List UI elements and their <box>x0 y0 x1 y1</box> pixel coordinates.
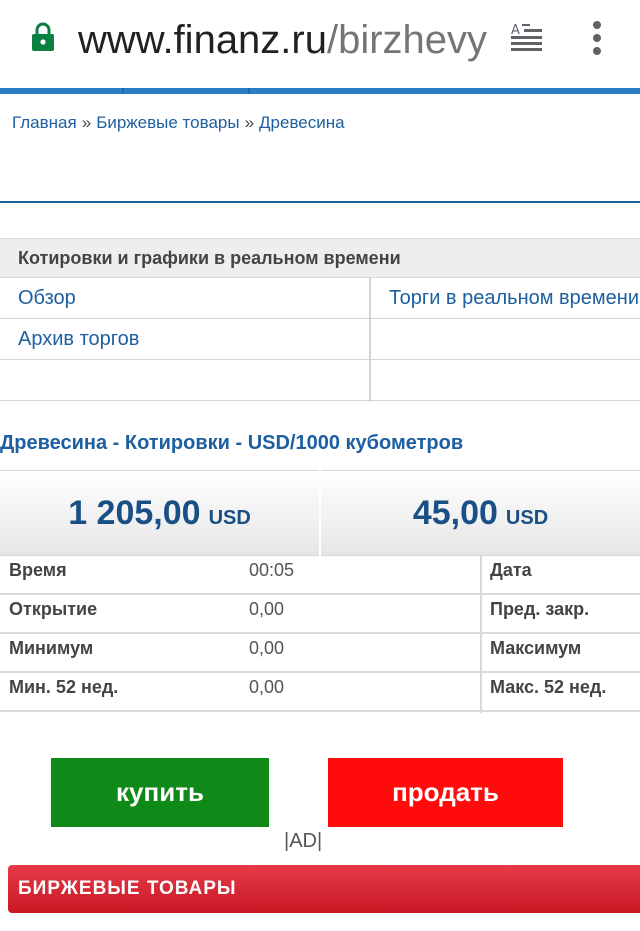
stat-label: Макс. 52 нед. <box>490 677 607 697</box>
breadcrumb-lumber[interactable]: Древесина <box>259 113 345 132</box>
stats-row: Открытие 0,00 Пред. закр. <box>0 595 640 634</box>
stat-label: Дата <box>490 560 532 580</box>
ad-label: |AD| <box>284 830 323 852</box>
sell-button[interactable]: продать <box>328 758 563 827</box>
breadcrumb: Главная» Биржевые товары» Древесина <box>12 113 345 133</box>
change-box: 45,00 USD <box>321 470 640 556</box>
breadcrumb-home[interactable]: Главная <box>12 113 77 132</box>
stat-label: Мин. 52 нед. <box>9 677 119 697</box>
change-value: 45,00 <box>412 494 498 532</box>
breadcrumb-separator: » <box>81 113 92 132</box>
nav-divider <box>369 278 371 402</box>
quotes-section-heading: Котировки и графики в реальном времени <box>0 238 640 278</box>
commodities-category-bar[interactable]: БИРЖЕВЫЕ ТОВАРЫ <box>8 865 640 913</box>
price-value: 1 205,00 <box>68 494 201 532</box>
section-divider <box>0 201 640 203</box>
url-text[interactable]: www.finanz.ru/birzhevy <box>78 14 498 66</box>
stats-row: Минимум 0,00 Максимум <box>0 634 640 673</box>
stat-value: 0,00 <box>249 677 285 697</box>
change-currency: USD <box>505 507 549 529</box>
stat-label: Пред. закр. <box>490 599 590 619</box>
nav-cell-empty <box>371 360 640 401</box>
quotes-nav-table: Обзор Торги в реальном времени Архив тор… <box>0 278 640 403</box>
stat-label: Время <box>9 560 67 580</box>
url-domain: www.finanz.ru <box>78 18 327 62</box>
stats-row: Мин. 52 нед. 0,00 Макс. 52 нед. <box>0 673 640 712</box>
breadcrumb-separator: » <box>244 113 255 132</box>
header-accent-rule <box>0 88 640 94</box>
nav-link-overview[interactable]: Обзор <box>0 278 369 319</box>
breadcrumb-commodities[interactable]: Биржевые товары <box>96 113 239 132</box>
lock-icon <box>32 22 54 51</box>
stat-value: 0,00 <box>249 599 285 619</box>
price-currency: USD <box>208 507 251 529</box>
reader-mode-icon[interactable]: A <box>510 22 542 52</box>
price-box: 1 205,00 USD <box>0 470 319 556</box>
more-options-icon[interactable] <box>588 20 606 56</box>
nav-cell-empty <box>0 360 369 401</box>
nav-cell-empty <box>371 319 640 360</box>
price-row: 1 205,00 USD 45,00 USD <box>0 470 640 556</box>
stats-table: Время 00:05 Дата Открытие 0,00 Пред. зак… <box>0 556 640 713</box>
stats-divider <box>480 556 482 713</box>
quote-title: Древесина - Котировки - USD/1000 кубомет… <box>0 432 464 454</box>
svg-text:A: A <box>511 23 520 38</box>
browser-url-bar[interactable]: www.finanz.ru/birzhevy A <box>0 0 640 88</box>
stat-label: Максимум <box>490 638 582 658</box>
nav-link-trade-archive[interactable]: Архив торгов <box>0 319 369 360</box>
nav-link-realtime-trading[interactable]: Торги в реальном времени <box>371 278 640 319</box>
stat-value: 00:05 <box>249 560 295 580</box>
url-path: /birzhevy <box>326 18 488 62</box>
stat-label: Открытие <box>9 599 98 619</box>
stat-label: Минимум <box>9 638 94 658</box>
buy-button[interactable]: купить <box>51 758 269 827</box>
stats-row: Время 00:05 Дата <box>0 556 640 595</box>
stat-value: 0,00 <box>249 638 285 658</box>
